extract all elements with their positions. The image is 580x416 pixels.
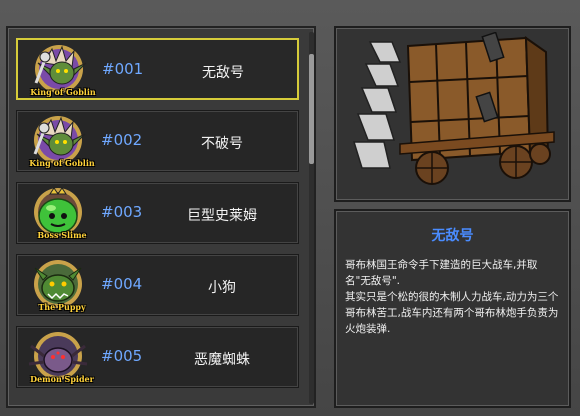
demon-spider-portrait-icon: Demon Spider [21, 330, 95, 386]
war-cart-illustration [352, 32, 555, 185]
item-number: #004 [101, 275, 143, 293]
detail-title: 无敌号 [431, 228, 474, 244]
item-name: 恶魔蜘蛛 [194, 352, 250, 368]
item-name: 无敌号 [202, 65, 244, 81]
detail-image-panel [334, 26, 571, 202]
list-item[interactable]: King of Goblin #001 无敌号 [16, 38, 299, 100]
portrait-label: The Puppy [38, 302, 86, 312]
item-name: 小狗 [208, 280, 236, 296]
boss-slime-portrait-icon: Boss Slime [21, 186, 95, 242]
item-name: 巨型史莱姆 [187, 208, 257, 224]
list-item[interactable]: The Puppy #004 小狗 [16, 254, 299, 316]
enemy-list-panel[interactable]: King of Goblin #001 无敌号 King of Goblin #… [6, 26, 316, 408]
description-paragraph: 哥布林国王命令手下建造的巨大战车,并取名"无敌号". [345, 259, 538, 287]
item-number: #005 [101, 347, 143, 365]
list-scrollbar[interactable] [309, 32, 314, 404]
portrait-label: Demon Spider [30, 374, 94, 384]
item-name: 不破号 [201, 136, 243, 152]
detail-description: 哥布林国王命令手下建造的巨大战车,并取名"无敌号". 其实只是个松的很的木制人力… [345, 257, 563, 337]
item-number: #003 [101, 203, 143, 221]
game-window: King of Goblin #001 无敌号 King of Goblin #… [0, 0, 580, 416]
portrait-label: Boss Slime [37, 230, 87, 240]
scrollbar-thumb[interactable] [309, 54, 314, 164]
detail-info-panel: 无敌号 哥布林国王命令手下建造的巨大战车,并取名"无敌号". 其实只是个松的很的… [334, 209, 571, 408]
portrait-label: King of Goblin [30, 87, 96, 97]
goblin-king-portrait-icon: King of Goblin [22, 43, 96, 99]
puppy-portrait-icon: The Puppy [21, 258, 95, 314]
list-item[interactable]: King of Goblin #002 不破号 [16, 110, 299, 172]
description-paragraph: 其实只是个松的很的木制人力战车,动力为三个哥布林苦工,战车内还有两个哥布林炮手负… [345, 291, 559, 335]
item-number: #002 [101, 131, 143, 149]
list-item[interactable]: Boss Slime #003 巨型史莱姆 [16, 182, 299, 244]
goblin-king-portrait-icon: King of Goblin [21, 114, 95, 170]
portrait-label: King of Goblin [29, 158, 95, 168]
item-number: #001 [102, 60, 144, 78]
list-item[interactable]: Demon Spider #005 恶魔蜘蛛 [16, 326, 299, 388]
